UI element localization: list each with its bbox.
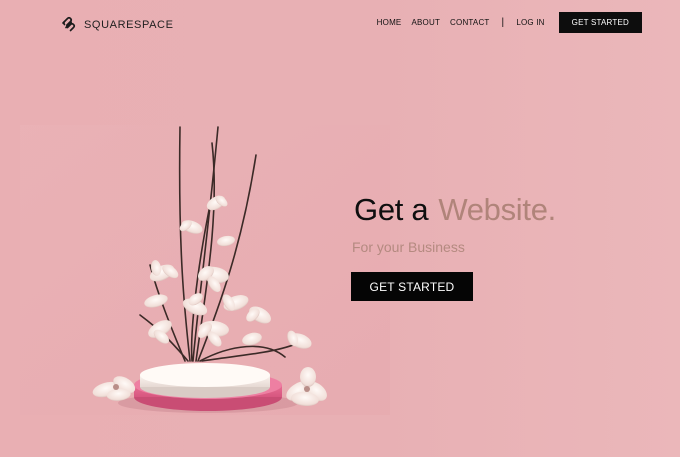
nav-contact-link[interactable]: CONTACT <box>450 18 489 27</box>
nav-about-link[interactable]: ABOUT <box>411 18 440 27</box>
squarespace-logo-icon <box>60 14 78 35</box>
hero-subheadline: For your Business <box>352 239 465 255</box>
hero-headline-primary: Get a <box>354 192 429 227</box>
nav-home-link[interactable]: HOME <box>377 18 402 27</box>
top-navigation: HOME ABOUT CONTACT | LOG IN GET STARTED <box>377 12 642 33</box>
brand-logo[interactable]: SQUARESPACE <box>60 14 174 35</box>
hero-headline: Get a Website. <box>354 194 556 225</box>
landing-page: SQUARESPACE HOME ABOUT CONTACT | LOG IN … <box>0 0 680 457</box>
hero-image <box>20 125 390 415</box>
login-link[interactable]: LOG IN <box>516 18 544 27</box>
hero-headline-accent: Website. <box>438 192 556 227</box>
brand-name: SQUARESPACE <box>84 18 174 31</box>
nav-separator: | <box>501 17 505 28</box>
hero-get-started-button[interactable]: GET STARTED <box>351 272 473 301</box>
nav-get-started-button[interactable]: GET STARTED <box>558 12 642 33</box>
